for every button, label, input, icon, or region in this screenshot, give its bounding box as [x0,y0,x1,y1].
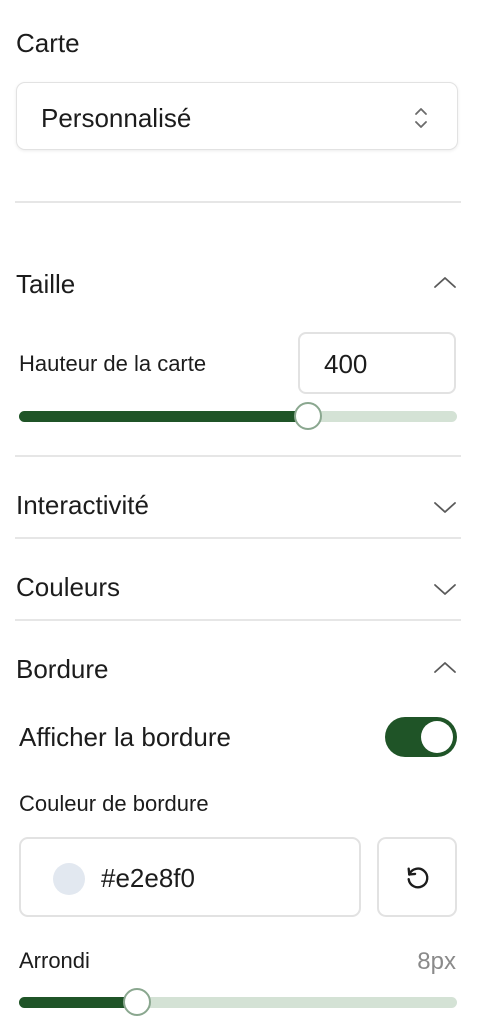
size-section-title[interactable]: Taille [16,269,75,300]
show-border-label: Afficher la bordure [19,722,231,752]
reset-border-color-button[interactable] [377,837,457,917]
map-height-slider-fill [19,411,309,422]
show-border-toggle[interactable] [385,717,457,757]
chevron-down-icon[interactable] [432,581,458,597]
chevron-down-icon[interactable] [432,499,458,515]
color-swatch[interactable] [53,863,85,895]
map-height-input[interactable]: 400 [298,332,456,394]
divider [15,455,461,457]
divider [15,619,461,621]
radius-label: Arrondi [19,948,90,973]
map-style-select-value: Personnalisé [41,103,192,133]
radius-slider-thumb[interactable] [123,988,152,1016]
border-color-field[interactable]: #e2e8f0 [19,837,361,917]
border-section-title[interactable]: Bordure [16,654,109,685]
radius-value: 8px [417,948,456,975]
reset-icon [407,867,429,889]
colors-section-title[interactable]: Couleurs [16,572,120,603]
map-height-slider-thumb[interactable] [294,402,323,430]
map-style-select[interactable]: Personnalisé [16,82,458,150]
divider [15,201,461,203]
map-height-value: 400 [324,349,368,379]
radius-slider-fill [19,997,138,1008]
border-color-value: #e2e8f0 [101,863,195,893]
map-height-label: Hauteur de la carte [19,351,207,376]
chevron-up-down-icon [415,108,427,128]
map-section-label: Carte [16,28,80,58]
chevron-up-icon[interactable] [432,275,458,291]
divider [15,537,461,539]
interactivity-section-title[interactable]: Interactivité [16,490,149,521]
border-color-label: Couleur de bordure [19,791,209,816]
chevron-up-icon[interactable] [432,660,458,676]
toggle-knob [421,721,453,753]
